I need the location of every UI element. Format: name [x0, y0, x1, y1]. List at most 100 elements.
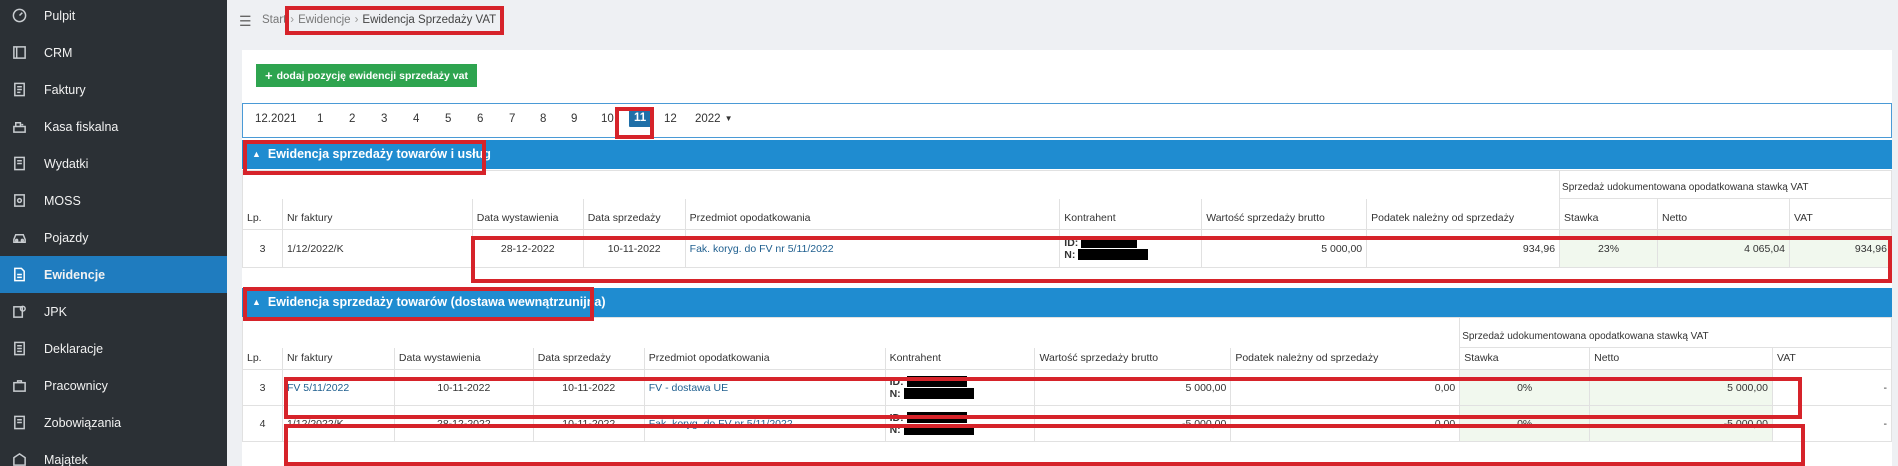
col-brutto: Wartość sprzedaży brutto — [1034, 347, 1232, 370]
month-6[interactable]: 6 — [477, 113, 483, 125]
cell-podatek: 0,00 — [1230, 405, 1461, 442]
sidebar-item-moss[interactable]: MOSS — [0, 182, 227, 219]
menu-toggle-icon[interactable]: ☰ — [239, 13, 252, 30]
sidebar-item-label: Kasa fiskalna — [44, 119, 119, 134]
invoice-link[interactable]: FV 5/11/2022 — [287, 382, 349, 394]
cell-przedmiot: Fak. koryg. do FV nr 5/11/2022 — [643, 405, 886, 442]
header-spacer — [241, 170, 1561, 199]
sidebar-item-jpk[interactable]: JPK — [0, 293, 227, 330]
invoice-icon — [10, 81, 28, 99]
col-przedmiot: Przedmiot opodatkowania — [643, 347, 886, 370]
kontrahent-n-label: N: — [1064, 248, 1076, 261]
sidebar-item-pojazdy[interactable]: Pojazdy — [0, 219, 227, 256]
group-header: Sprzedaż udokumentowana opodatkowana sta… — [1559, 170, 1892, 199]
add-entry-label: dodaj pozycję ewidencji sprzedaży vat — [276, 69, 468, 82]
cell-brutto: 5 000,00 — [1034, 369, 1232, 406]
sidebar-item-label: Deklaracje — [44, 341, 104, 356]
sidebar-item-deklaracje[interactable]: Deklaracje — [0, 330, 227, 367]
col-vat: VAT — [1788, 198, 1893, 230]
cell-data-wystawienia: 28-12-2022 — [471, 229, 584, 268]
month-12-2021[interactable]: 12.2021 — [255, 113, 297, 125]
col-vat: VAT — [1771, 347, 1893, 370]
sidebar-item-label: Pracownicy — [44, 378, 108, 393]
przedmiot-link[interactable]: FV - dostawa UE — [649, 382, 728, 394]
cell-netto: -5 000,00 — [1589, 405, 1773, 442]
cell-data-sprzedazy: 10-11-2022 — [532, 405, 645, 442]
cell-stawka: 0% — [1459, 405, 1591, 442]
sidebar-item-label: Wydatki — [44, 156, 89, 171]
section-toggle-intra-eu[interactable]: ▲ Ewidencja sprzedaży towarów (dostawa w… — [252, 295, 606, 309]
col-kontrahent: Kontrahent — [884, 347, 1036, 370]
col-lp: Lp. — [242, 347, 283, 370]
month-selector: 12.2021 1 2 3 4 5 6 7 8 9 10 11 12 2022 ▼ — [242, 103, 1892, 138]
przedmiot-link[interactable]: Fak. koryg. do FV nr 5/11/2022 — [649, 418, 793, 430]
cell-podatek: 0,00 — [1230, 369, 1461, 406]
month-2[interactable]: 2 — [349, 113, 355, 125]
sidebar-item-wydatki[interactable]: Wydatki — [0, 145, 227, 182]
przedmiot-link[interactable]: Fak. koryg. do FV nr 5/11/2022 — [690, 243, 834, 255]
month-8[interactable]: 8 — [540, 113, 546, 125]
sidebar-item-pulpit[interactable]: Pulpit — [0, 0, 227, 34]
month-7[interactable]: 7 — [509, 113, 515, 125]
month-10[interactable]: 10 — [601, 113, 614, 125]
sidebar-item-pracownicy[interactable]: Pracownicy — [0, 367, 227, 404]
month-3[interactable]: 3 — [381, 113, 387, 125]
breadcrumb-start[interactable]: Start — [262, 14, 286, 26]
sidebar-item-faktury[interactable]: Faktury — [0, 71, 227, 108]
section-toggle-sales[interactable]: ▲ Ewidencja sprzedaży towarów i usług — [252, 147, 491, 161]
cell-kontrahent: ID: N: — [1059, 229, 1203, 268]
sidebar-item-label: Pojazdy — [44, 230, 89, 245]
redacted-block — [1081, 237, 1138, 249]
assets-icon — [10, 451, 28, 466]
month-5[interactable]: 5 — [445, 113, 451, 125]
kontrahent-id-label: ID: — [1064, 236, 1079, 249]
cell-data-sprzedazy: 10-11-2022 — [532, 369, 645, 406]
content-card: + dodaj pozycję ewidencji sprzedaży vat … — [241, 50, 1893, 466]
month-11-active[interactable]: 11 — [629, 109, 652, 127]
year-dropdown[interactable]: 2022 ▼ — [695, 113, 733, 125]
col-netto: Netto — [1589, 347, 1773, 370]
sidebar-item-kasa-fiskalna[interactable]: Kasa fiskalna — [0, 108, 227, 145]
redacted-block — [906, 412, 967, 424]
col-stawka: Stawka — [1559, 198, 1658, 230]
month-1[interactable]: 1 — [317, 113, 323, 125]
col-lp: Lp. — [242, 198, 283, 230]
month-12[interactable]: 12 — [664, 113, 677, 125]
sidebar-item-label: JPK — [44, 304, 67, 319]
table-row: 3 1/12/2022/K 28-12-2022 10-11-2022 Fak.… — [242, 229, 1893, 268]
sidebar-item-ewidencje[interactable]: Ewidencje — [0, 256, 227, 293]
sidebar-item-label: Zobowiązania — [44, 415, 122, 430]
breadcrumb-separator-icon: › — [290, 14, 295, 26]
col-data-wystawienia: Data wystawienia — [393, 347, 534, 370]
breadcrumb-ewidencje[interactable]: Ewidencje — [298, 14, 350, 26]
col-przedmiot: Przedmiot opodatkowania — [684, 198, 1061, 230]
sidebar-item-label: Pulpit — [44, 8, 76, 23]
redacted-block — [903, 424, 974, 436]
jpk-icon — [10, 303, 28, 321]
dashboard-icon — [10, 7, 28, 25]
cell-kontrahent: ID: N: — [884, 369, 1036, 406]
month-4[interactable]: 4 — [413, 113, 419, 125]
caret-down-icon: ▼ — [724, 114, 733, 124]
breadcrumb: Start › Ewidencje › Ewidencja Sprzedaży … — [262, 14, 496, 26]
col-nr-faktury: Nr faktury — [281, 198, 473, 230]
records-icon — [10, 266, 28, 284]
cash-register-icon — [10, 118, 28, 136]
cell-vat: - — [1771, 369, 1893, 406]
moss-icon — [10, 192, 28, 210]
col-brutto: Wartość sprzedaży brutto — [1201, 198, 1368, 230]
kontrahent-id-label: ID: — [889, 411, 904, 424]
sidebar-item-crm[interactable]: CRM — [0, 34, 227, 71]
sidebar: Pulpit CRM Faktury Kasa fiskalna Wydatki… — [0, 0, 227, 466]
col-podatek: Podatek należny od sprzedaży — [1366, 198, 1561, 230]
sidebar-item-majatek[interactable]: Majątek — [0, 441, 227, 466]
sidebar-item-zobowiazania[interactable]: Zobowiązania — [0, 404, 227, 441]
expenses-icon — [10, 155, 28, 173]
cell-lp: 3 — [242, 229, 283, 268]
chevron-up-icon: ▲ — [252, 149, 261, 159]
section-bar-sales: ▲ Ewidencja sprzedaży towarów i usług — [242, 140, 1892, 169]
intra-eu-table: Sprzedaż udokumentowana opodatkowana sta… — [241, 317, 1893, 442]
add-entry-button[interactable]: + dodaj pozycję ewidencji sprzedaży vat — [256, 64, 477, 87]
month-9[interactable]: 9 — [571, 113, 577, 125]
col-data-wystawienia: Data wystawienia — [471, 198, 584, 230]
